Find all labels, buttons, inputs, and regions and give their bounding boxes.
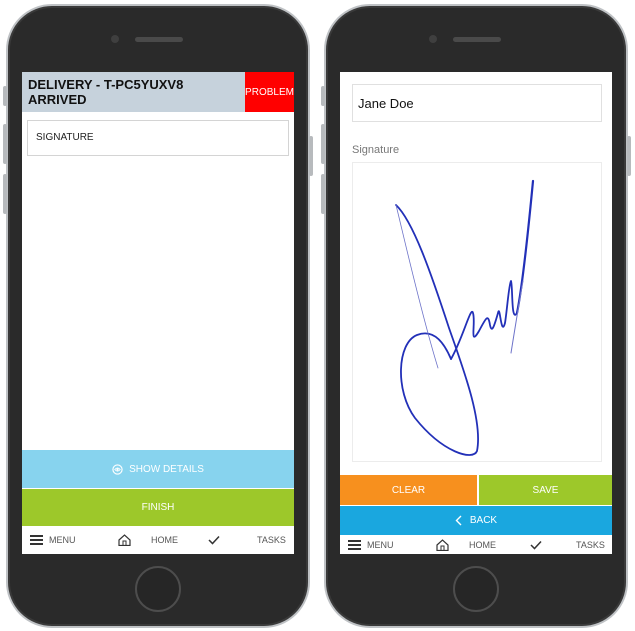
- name-input[interactable]: Jane Doe: [352, 84, 602, 122]
- volume-up-button: [321, 124, 325, 164]
- volume-down-button: [3, 174, 7, 214]
- tab-tasks[interactable]: TASKS: [576, 535, 605, 554]
- delivery-screen: DELIVERY - T-PC5YUXV8 ARRIVED PROBLEM SI…: [22, 72, 294, 554]
- save-button[interactable]: SAVE: [479, 475, 612, 505]
- tab-home[interactable]: HOME: [118, 526, 178, 554]
- tab-menu[interactable]: MENU: [348, 535, 394, 554]
- front-camera: [111, 35, 119, 43]
- tab-check[interactable]: [208, 526, 220, 554]
- show-details-button[interactable]: SHOW DETAILS: [22, 450, 294, 488]
- speaker-grille: [135, 37, 183, 42]
- tab-home[interactable]: HOME: [436, 535, 496, 554]
- home-icon: [118, 534, 131, 546]
- chevron-left-icon: [455, 515, 462, 526]
- tab-tasks-label: TASKS: [257, 535, 286, 545]
- signature-screen: Jane Doe Signature CLEAR SAVE BACK MENU …: [340, 72, 612, 554]
- tab-home-label: HOME: [469, 540, 496, 550]
- back-label: BACK: [469, 515, 498, 526]
- back-button[interactable]: BACK: [340, 506, 612, 535]
- tab-tasks-label: TASKS: [576, 540, 605, 550]
- bottom-tab-bar: MENU HOME TASKS: [340, 535, 612, 554]
- eye-icon: [112, 463, 123, 475]
- delivery-title: DELIVERY - T-PC5YUXV8 ARRIVED: [28, 77, 184, 107]
- mute-switch: [3, 86, 7, 106]
- show-details-label: SHOW DETAILS: [129, 463, 204, 475]
- tab-home-label: HOME: [151, 535, 178, 545]
- phone-right: Jane Doe Signature CLEAR SAVE BACK MENU …: [321, 4, 631, 628]
- home-hardware-button[interactable]: [453, 566, 499, 612]
- tab-tasks[interactable]: TASKS: [257, 526, 286, 554]
- volume-down-button: [321, 174, 325, 214]
- bottom-tab-bar: MENU HOME TASKS: [22, 526, 294, 554]
- volume-up-button: [3, 124, 7, 164]
- delivery-header: DELIVERY - T-PC5YUXV8 ARRIVED PROBLEM: [22, 72, 294, 112]
- speaker-grille: [453, 37, 501, 42]
- checkmark-icon: [208, 535, 220, 545]
- clear-button[interactable]: CLEAR: [340, 475, 477, 505]
- checkmark-icon: [530, 540, 542, 550]
- signature-field[interactable]: SIGNATURE: [27, 120, 289, 156]
- mute-switch: [321, 86, 325, 106]
- tab-menu-label: MENU: [367, 540, 394, 550]
- phone-left: DELIVERY - T-PC5YUXV8 ARRIVED PROBLEM SI…: [3, 4, 313, 628]
- tab-menu-label: MENU: [49, 535, 76, 545]
- tab-check[interactable]: [530, 535, 542, 554]
- hamburger-icon: [30, 535, 43, 545]
- finish-button[interactable]: FINISH: [22, 489, 294, 526]
- home-hardware-button[interactable]: [135, 566, 181, 612]
- home-icon: [436, 539, 449, 551]
- hamburger-icon: [348, 540, 361, 550]
- signature-drawing: [395, 179, 535, 456]
- front-camera: [429, 35, 437, 43]
- problem-button[interactable]: PROBLEM: [245, 72, 294, 112]
- power-button: [309, 136, 313, 176]
- signature-label: Signature: [352, 144, 400, 156]
- signature-pad[interactable]: [352, 162, 602, 462]
- power-button: [627, 136, 631, 176]
- tab-menu[interactable]: MENU: [30, 526, 76, 554]
